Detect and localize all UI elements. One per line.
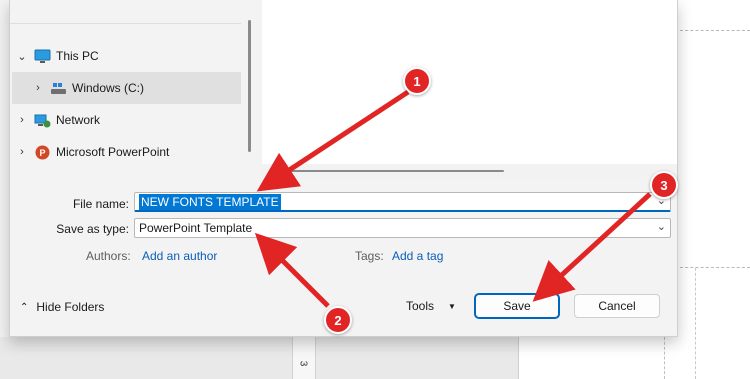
ruler-number: 3 — [297, 360, 309, 367]
chevron-up-icon: ⌃ — [20, 301, 29, 313]
sidebar-item-label: This PC — [56, 49, 99, 63]
sidebar-item-label: Network — [56, 113, 101, 127]
authors-label: Authors: — [86, 249, 131, 263]
file-name-label: File name: — [72, 197, 129, 211]
sidebar-item-windows-c[interactable]: › Windows (C:) — [12, 72, 241, 104]
add-author-link[interactable]: Add an author — [142, 249, 217, 263]
document-canvas — [676, 0, 750, 379]
file-list-pane[interactable] — [262, 0, 677, 178]
hide-folders-label: Hide Folders — [36, 300, 105, 314]
file-name-value: NEW FONTS TEMPLATE — [139, 193, 281, 210]
sidebar-item-microsoft-powerpoint[interactable]: › P Microsoft PowerPoint — [10, 136, 241, 168]
vertical-ruler — [292, 337, 316, 379]
save-type-label: Save as type: — [56, 222, 129, 236]
chevron-right-icon[interactable]: › — [10, 146, 34, 158]
step-badge-3: 3 — [650, 171, 678, 199]
save-as-dialog: ⌄ This PC › Windows (C:) › Network › P M… — [9, 0, 678, 337]
chevron-down-icon[interactable]: ⌄ — [10, 50, 34, 63]
powerpoint-icon: P — [34, 145, 51, 160]
slide-guide-line — [695, 268, 696, 379]
save-type-select[interactable]: PowerPoint Template ⌄ — [134, 218, 671, 238]
caret-down-icon: ▼ — [448, 301, 456, 311]
background-page — [518, 337, 677, 379]
chevron-down-icon[interactable]: ⌄ — [657, 220, 666, 233]
nav-divider — [10, 23, 241, 24]
file-name-field[interactable]: NEW FONTS TEMPLATE ⌄ — [134, 192, 671, 212]
slide-guide-line — [680, 267, 750, 268]
step-badge-1: 1 — [403, 67, 431, 95]
save-button[interactable]: Save — [475, 294, 559, 318]
chevron-right-icon[interactable]: › — [10, 114, 34, 126]
svg-text:P: P — [39, 148, 45, 158]
nav-scrollbar[interactable] — [248, 20, 251, 152]
add-tag-link[interactable]: Add a tag — [392, 249, 443, 263]
network-icon — [34, 113, 51, 128]
sidebar-item-network[interactable]: › Network — [10, 104, 241, 136]
tools-menu[interactable]: Tools ▼ — [406, 299, 456, 313]
save-button-label: Save — [503, 299, 531, 313]
chevron-right-icon[interactable]: › — [26, 82, 50, 94]
sidebar-item-this-pc[interactable]: ⌄ This PC — [10, 40, 241, 72]
step-badge-2: 2 — [324, 306, 352, 334]
tools-label: Tools — [406, 299, 435, 313]
sidebar-item-label: Windows (C:) — [72, 81, 145, 95]
cancel-button-label: Cancel — [598, 299, 636, 313]
slide-guide-line — [664, 337, 665, 379]
tags-label: Tags: — [355, 249, 384, 263]
monitor-icon — [34, 49, 51, 64]
save-type-value: PowerPoint Template — [139, 221, 253, 235]
cancel-button[interactable]: Cancel — [574, 294, 660, 318]
navigation-pane: ⌄ This PC › Windows (C:) › Network › P M… — [10, 0, 252, 178]
hide-folders-button[interactable]: ⌃ Hide Folders — [20, 300, 104, 314]
horizontal-scrollbar[interactable] — [290, 170, 504, 172]
drive-icon — [50, 81, 67, 96]
sidebar-item-label: Microsoft PowerPoint — [56, 145, 170, 159]
slide-guide-line — [680, 30, 750, 31]
